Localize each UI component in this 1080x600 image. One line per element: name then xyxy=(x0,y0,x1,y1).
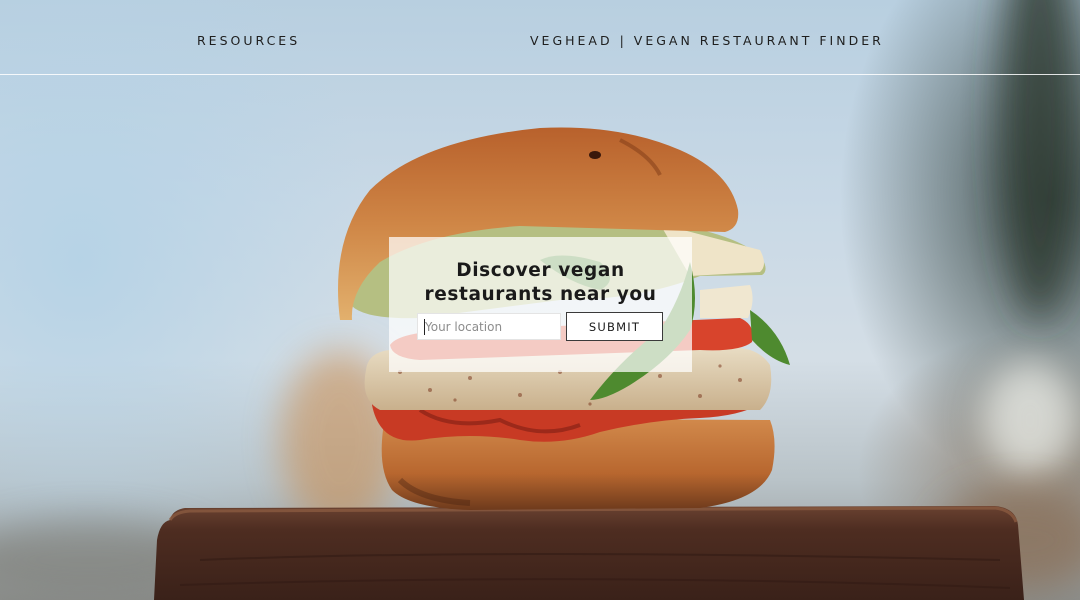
page: RESOURCES VEGHEAD | VEGAN RESTAURANT FIN… xyxy=(0,0,1080,600)
top-navigation: RESOURCES VEGHEAD | VEGAN RESTAURANT FIN… xyxy=(0,0,1080,75)
text-cursor xyxy=(424,319,425,335)
submit-button[interactable]: SUBMIT xyxy=(566,312,663,341)
location-search-card: Discover vegan restaurants near you SUBM… xyxy=(389,237,692,372)
nav-resources-link[interactable]: RESOURCES xyxy=(197,33,300,48)
location-input[interactable] xyxy=(417,313,561,340)
search-heading: Discover vegan restaurants near you xyxy=(389,259,692,307)
site-title-link[interactable]: VEGHEAD | VEGAN RESTAURANT FINDER xyxy=(530,33,884,48)
search-heading-line-1: Discover vegan xyxy=(456,260,625,281)
search-heading-line-2: restaurants near you xyxy=(424,284,657,305)
